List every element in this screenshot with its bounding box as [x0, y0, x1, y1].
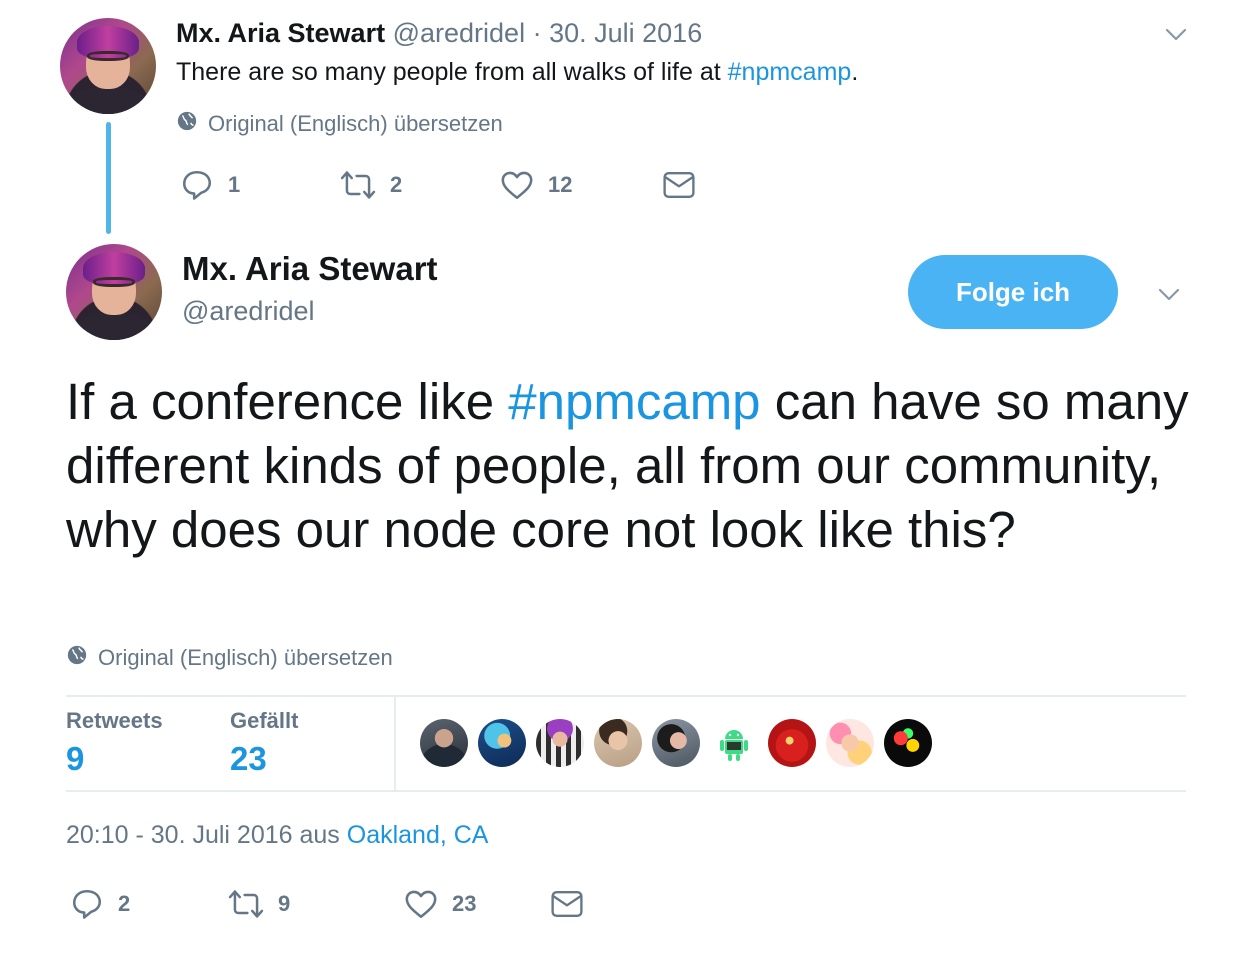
- mail-icon: [550, 889, 584, 919]
- tweet-date-link[interactable]: 30. Juli 2016: [549, 18, 702, 48]
- liker-avatar[interactable]: [420, 719, 468, 767]
- reply-icon: [70, 887, 104, 921]
- mail-icon: [662, 170, 696, 200]
- author-handle[interactable]: @aredridel: [182, 296, 314, 327]
- like-button[interactable]: 12: [500, 168, 662, 202]
- retweet-icon: [340, 168, 376, 202]
- separator: ·: [532, 18, 542, 48]
- like-count: 23: [452, 891, 477, 916]
- liker-avatar[interactable]: [594, 719, 642, 767]
- tweet-timestamp: 20:10 - 30. Juli 2016 aus Oakland, CA: [66, 821, 489, 850]
- translate-label: Original (Englisch) übersetzen: [208, 111, 503, 136]
- hashtag-link[interactable]: #npmcamp: [728, 58, 852, 86]
- retweets-label: Retweets: [66, 708, 163, 733]
- parent-tweet-text: There are so many people from all walks …: [176, 58, 858, 87]
- following-button[interactable]: Folge ich: [908, 255, 1118, 329]
- retweets-value: 9: [66, 740, 85, 777]
- chevron-down-icon[interactable]: [1157, 282, 1181, 306]
- chevron-down-icon[interactable]: [1164, 22, 1188, 46]
- retweet-button[interactable]: 9: [228, 887, 404, 921]
- translate-label: Original (Englisch) übersetzen: [98, 645, 393, 670]
- parent-tweet-actions: 1 2 12: [180, 168, 696, 202]
- avatar[interactable]: [60, 18, 156, 114]
- retweet-button[interactable]: 2: [340, 168, 500, 202]
- liker-avatar[interactable]: [478, 719, 526, 767]
- hashtag-link[interactable]: #npmcamp: [508, 373, 760, 430]
- reply-button[interactable]: 1: [180, 168, 340, 202]
- likes-value: 23: [230, 740, 267, 777]
- retweet-icon: [228, 887, 264, 921]
- liker-avatar[interactable]: [652, 719, 700, 767]
- thread-line: [106, 122, 111, 234]
- translate-link[interactable]: Original (Englisch) übersetzen: [176, 110, 503, 138]
- liker-avatars: [420, 719, 932, 767]
- avatar[interactable]: [66, 244, 162, 340]
- timestamp-text: 20:10 - 30. Juli 2016 aus: [66, 821, 347, 849]
- reply-count: 2: [118, 891, 131, 916]
- likes-stat[interactable]: Gefällt 23: [230, 708, 298, 778]
- likes-label: Gefällt: [230, 708, 299, 733]
- globe-icon: [66, 644, 88, 672]
- location-link[interactable]: Oakland, CA: [347, 821, 489, 849]
- retweets-stat[interactable]: Retweets 9: [66, 708, 163, 778]
- divider: [394, 697, 396, 790]
- divider: [66, 695, 1186, 697]
- like-button[interactable]: 23: [404, 887, 550, 921]
- tweet-text: If a conference like: [66, 373, 509, 430]
- tweet-detail-page: Mx. Aria Stewart @aredridel · 30. Juli 2…: [0, 0, 1250, 962]
- liker-avatar[interactable]: [710, 719, 758, 767]
- author-name[interactable]: Mx. Aria Stewart: [182, 250, 438, 288]
- retweet-count: 9: [278, 891, 291, 916]
- heart-icon: [500, 168, 534, 202]
- heart-icon: [404, 887, 438, 921]
- parent-tweet-header: Mx. Aria Stewart @aredridel · 30. Juli 2…: [176, 18, 702, 49]
- liker-avatar[interactable]: [536, 719, 584, 767]
- main-tweet-actions: 2 9 23: [70, 887, 584, 921]
- tweet-text: There are so many people from all walks …: [176, 58, 728, 86]
- liker-avatar[interactable]: [884, 719, 932, 767]
- globe-icon: [176, 110, 198, 138]
- author-name[interactable]: Mx. Aria Stewart: [176, 18, 385, 48]
- translate-link[interactable]: Original (Englisch) übersetzen: [66, 644, 393, 672]
- like-count: 12: [548, 172, 573, 197]
- main-tweet-text: If a conference like #npmcamp can have s…: [66, 370, 1196, 562]
- direct-message-button[interactable]: [662, 170, 696, 200]
- reply-count: 1: [228, 172, 241, 197]
- liker-avatar[interactable]: [826, 719, 874, 767]
- author-handle[interactable]: @aredridel: [393, 18, 525, 48]
- reply-icon: [180, 168, 214, 202]
- divider: [66, 790, 1186, 792]
- direct-message-button[interactable]: [550, 889, 584, 919]
- tweet-text-end: .: [851, 58, 859, 86]
- retweet-count: 2: [390, 172, 403, 197]
- reply-button[interactable]: 2: [70, 887, 228, 921]
- android-icon: [720, 730, 748, 761]
- liker-avatar[interactable]: [768, 719, 816, 767]
